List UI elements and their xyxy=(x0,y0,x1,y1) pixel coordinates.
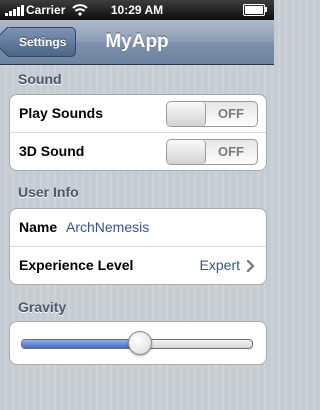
switch-off-label: OFF xyxy=(218,144,244,159)
gravity-slider-fill xyxy=(22,340,141,348)
3d-sound-switch[interactable]: OFF xyxy=(166,139,258,165)
switch-knob xyxy=(167,140,206,164)
name-label: Name xyxy=(19,219,58,235)
gravity-group xyxy=(9,321,267,365)
battery-icon xyxy=(243,4,267,16)
status-time: 10:29 AM xyxy=(110,3,164,17)
play-sounds-row: Play Sounds OFF xyxy=(10,95,266,133)
3d-sound-row: 3D Sound OFF xyxy=(10,133,266,170)
experience-level-value: Expert xyxy=(199,257,240,273)
section-header-sound: Sound xyxy=(18,71,62,87)
user-info-group: Name ArchNemesis Experience Level Expert xyxy=(9,208,267,285)
name-row[interactable]: Name ArchNemesis xyxy=(10,209,266,247)
experience-level-row[interactable]: Experience Level Expert xyxy=(10,247,266,284)
section-header-user-info: User Info xyxy=(18,184,79,200)
gravity-slider-thumb[interactable] xyxy=(128,331,153,355)
play-sounds-switch[interactable]: OFF xyxy=(166,101,258,127)
status-bar: Carrier 10:29 AM xyxy=(0,0,274,20)
navigation-bar: MyApp Settings xyxy=(0,20,274,65)
sound-group: Play Sounds OFF 3D Sound OFF xyxy=(9,94,267,171)
back-button[interactable]: Settings xyxy=(5,27,77,57)
switch-off-label: OFF xyxy=(218,106,244,121)
3d-sound-label: 3D Sound xyxy=(19,143,85,159)
section-header-gravity: Gravity xyxy=(18,299,67,315)
chevron-right-icon xyxy=(246,260,255,272)
back-button-label: Settings xyxy=(19,35,67,49)
experience-level-label: Experience Level xyxy=(19,257,134,273)
switch-knob xyxy=(167,102,206,126)
name-value[interactable]: ArchNemesis xyxy=(66,209,149,246)
play-sounds-label: Play Sounds xyxy=(19,105,104,121)
